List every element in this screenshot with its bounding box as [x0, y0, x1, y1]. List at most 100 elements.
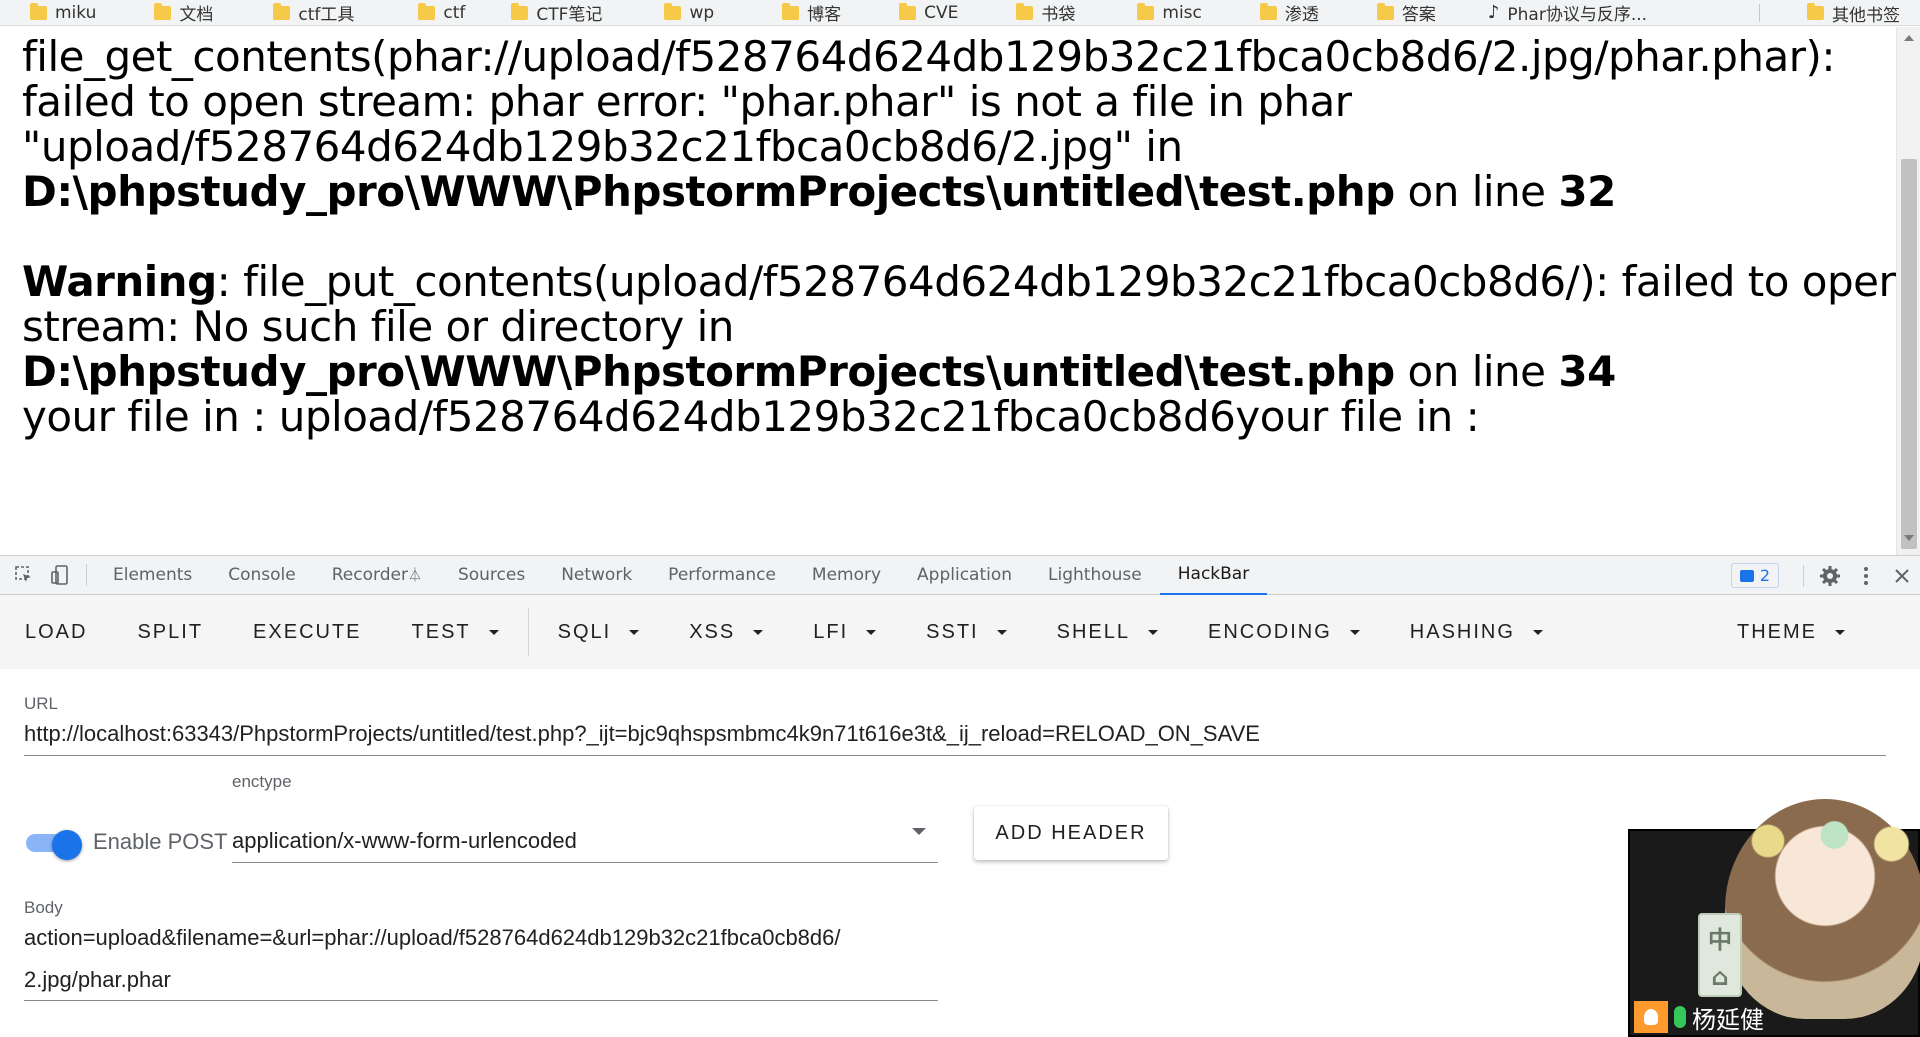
- tab-lighthouse[interactable]: Lighthouse: [1030, 556, 1160, 595]
- menu-label: SHELL: [1056, 620, 1130, 643]
- tab-recorder[interactable]: Recorder ⏃: [314, 556, 440, 595]
- theme-menu[interactable]: THEME: [1712, 595, 1870, 669]
- tab-network[interactable]: Network: [543, 556, 650, 595]
- settings-gear-icon[interactable]: [1812, 556, 1848, 595]
- tab-label: Console: [228, 565, 296, 585]
- tab-elements[interactable]: Elements: [95, 556, 210, 595]
- dropdown-caret-icon: [1835, 629, 1845, 635]
- bookmark-label: CVE: [924, 2, 959, 23]
- ime-shirt-icon: ⌂: [1711, 962, 1729, 991]
- enctype-dropdown-icon[interactable]: [912, 828, 926, 835]
- tab-hackbar[interactable]: HackBar: [1159, 556, 1268, 595]
- theme-label: THEME: [1737, 620, 1817, 643]
- body-label: Body: [24, 898, 63, 917]
- bookmark-item[interactable]: miku: [30, 0, 96, 25]
- body-textarea-line[interactable]: 2.jpg/phar.phar: [24, 967, 171, 993]
- dropdown-caret-icon: [1532, 629, 1543, 635]
- enctype-select[interactable]: application/x-www-form-urlencoded: [232, 828, 577, 854]
- bookmark-label: 渗透: [1284, 5, 1319, 25]
- avatar-decoration: [1730, 811, 1920, 871]
- tab-label: Lighthouse: [1048, 565, 1142, 585]
- tabbar-divider: [86, 564, 87, 586]
- scroll-down-icon[interactable]: [1904, 535, 1914, 541]
- ime-char: 中: [1708, 925, 1732, 954]
- bookmark-item[interactable]: 博客: [782, 0, 841, 25]
- folder-icon: [154, 2, 172, 20]
- load-button[interactable]: LOAD: [0, 595, 112, 669]
- folder-icon: [1376, 2, 1394, 20]
- music-note-icon: ♪: [1487, 2, 1500, 23]
- close-devtools-icon[interactable]: [1884, 556, 1920, 595]
- url-label: URL: [24, 694, 59, 713]
- page-content: file_get_contents(phar://upload/f528764d…: [0, 27, 1896, 555]
- page-scrollbar[interactable]: [1896, 27, 1920, 555]
- devtools-actions: 2: [1730, 556, 1920, 595]
- bookmark-item[interactable]: wp: [664, 0, 715, 25]
- hackbar-toolbar: LOAD SPLIT EXECUTE TEST SQLI XSS LFI SSTI SHELL…: [0, 595, 1920, 669]
- other-bookmarks[interactable]: 其他书签: [1807, 0, 1900, 25]
- bookmark-item[interactable]: ctf: [418, 0, 466, 25]
- bookmark-label: wp: [689, 2, 715, 23]
- folder-icon: [664, 2, 682, 20]
- menu-label: ENCODING: [1207, 620, 1332, 643]
- dropdown-caret-icon: [996, 629, 1007, 635]
- bookmark-item[interactable]: ctf工具: [273, 0, 354, 25]
- device-toolbar-icon[interactable]: [42, 556, 78, 595]
- bookmark-label: 书袋: [1041, 5, 1076, 25]
- tab-performance[interactable]: Performance: [650, 556, 794, 595]
- more-options-icon[interactable]: [1848, 556, 1884, 595]
- folder-icon: [418, 2, 436, 20]
- tab-sources[interactable]: Sources: [440, 556, 543, 595]
- bookmark-item[interactable]: CTF笔记: [511, 0, 603, 25]
- xss-menu[interactable]: XSS: [664, 595, 788, 669]
- execute-button[interactable]: EXECUTE: [228, 595, 386, 669]
- bookmark-item[interactable]: 答案: [1376, 0, 1436, 25]
- shell-menu[interactable]: SHELL: [1032, 595, 1183, 669]
- inspect-element-icon[interactable]: [6, 556, 42, 595]
- bookmark-item[interactable]: ♪ Phar协议与反序...: [1487, 0, 1647, 25]
- video-call-overlay[interactable]: 中 ⌂ 杨延健: [1628, 799, 1920, 1037]
- scrollbar-thumb[interactable]: [1901, 159, 1917, 549]
- scroll-up-icon[interactable]: [1904, 35, 1914, 41]
- bookmark-item[interactable]: misc: [1137, 0, 1202, 25]
- devtools-tabbar: Elements Console Recorder ⏃ Sources Network P…: [0, 556, 1920, 595]
- tab-memory[interactable]: Memory: [794, 556, 899, 595]
- hashing-menu[interactable]: HASHING: [1385, 595, 1568, 669]
- encoding-menu[interactable]: ENCODING: [1183, 595, 1385, 669]
- toggle-knob: [52, 830, 82, 860]
- input-method-badge[interactable]: 中 ⌂: [1698, 913, 1742, 997]
- bookmark-item[interactable]: 渗透: [1259, 0, 1319, 25]
- tab-label: Recorder: [331, 565, 408, 585]
- bookmark-item[interactable]: 书袋: [1016, 0, 1076, 25]
- caller-name-bar: 杨延健: [1634, 1001, 1764, 1034]
- lfi-menu[interactable]: LFI: [788, 595, 901, 669]
- output-line: your file in : upload/f528764d624db129b3…: [22, 392, 1480, 441]
- bookmark-label: ctf: [443, 2, 466, 23]
- experiment-flask-icon: ⏃: [407, 568, 422, 584]
- issues-count: 2: [1759, 566, 1770, 585]
- sqli-menu[interactable]: SQLI: [533, 595, 665, 669]
- tab-application[interactable]: Application: [899, 556, 1030, 595]
- test-menu[interactable]: TEST: [387, 595, 524, 669]
- bookmark-item[interactable]: 文档: [154, 0, 213, 25]
- ssti-menu[interactable]: SSTI: [901, 595, 1031, 669]
- issues-badge[interactable]: 2: [1730, 563, 1779, 588]
- folder-icon: [30, 2, 47, 20]
- bookmarks-divider: [1759, 4, 1760, 22]
- body-textarea-line[interactable]: action=upload&filename=&url=phar://uploa…: [24, 925, 841, 951]
- bookmark-item[interactable]: CVE: [899, 0, 959, 25]
- split-button[interactable]: SPLIT: [112, 595, 228, 669]
- url-input[interactable]: http://localhost:63343/PhpstormProjects/…: [24, 721, 1260, 747]
- dropdown-caret-icon: [629, 629, 640, 635]
- folder-icon: [1016, 2, 1034, 20]
- menu-label: XSS: [689, 620, 736, 643]
- folder-icon: [1259, 2, 1277, 20]
- add-header-button[interactable]: ADD HEADER: [974, 806, 1168, 860]
- bookmarks-bar: miku 文档 ctf工具 ctf CTF笔记 wp 博客 CVE 书袋 misc 渗透 答案 ♪ Pha…: [0, 0, 1920, 26]
- tab-label: Network: [561, 565, 633, 585]
- bookmark-label: CTF笔记: [536, 5, 603, 25]
- enable-post-toggle[interactable]: [26, 830, 84, 860]
- tab-console[interactable]: Console: [210, 556, 314, 595]
- folder-icon: [782, 2, 800, 20]
- folder-icon: [273, 2, 291, 20]
